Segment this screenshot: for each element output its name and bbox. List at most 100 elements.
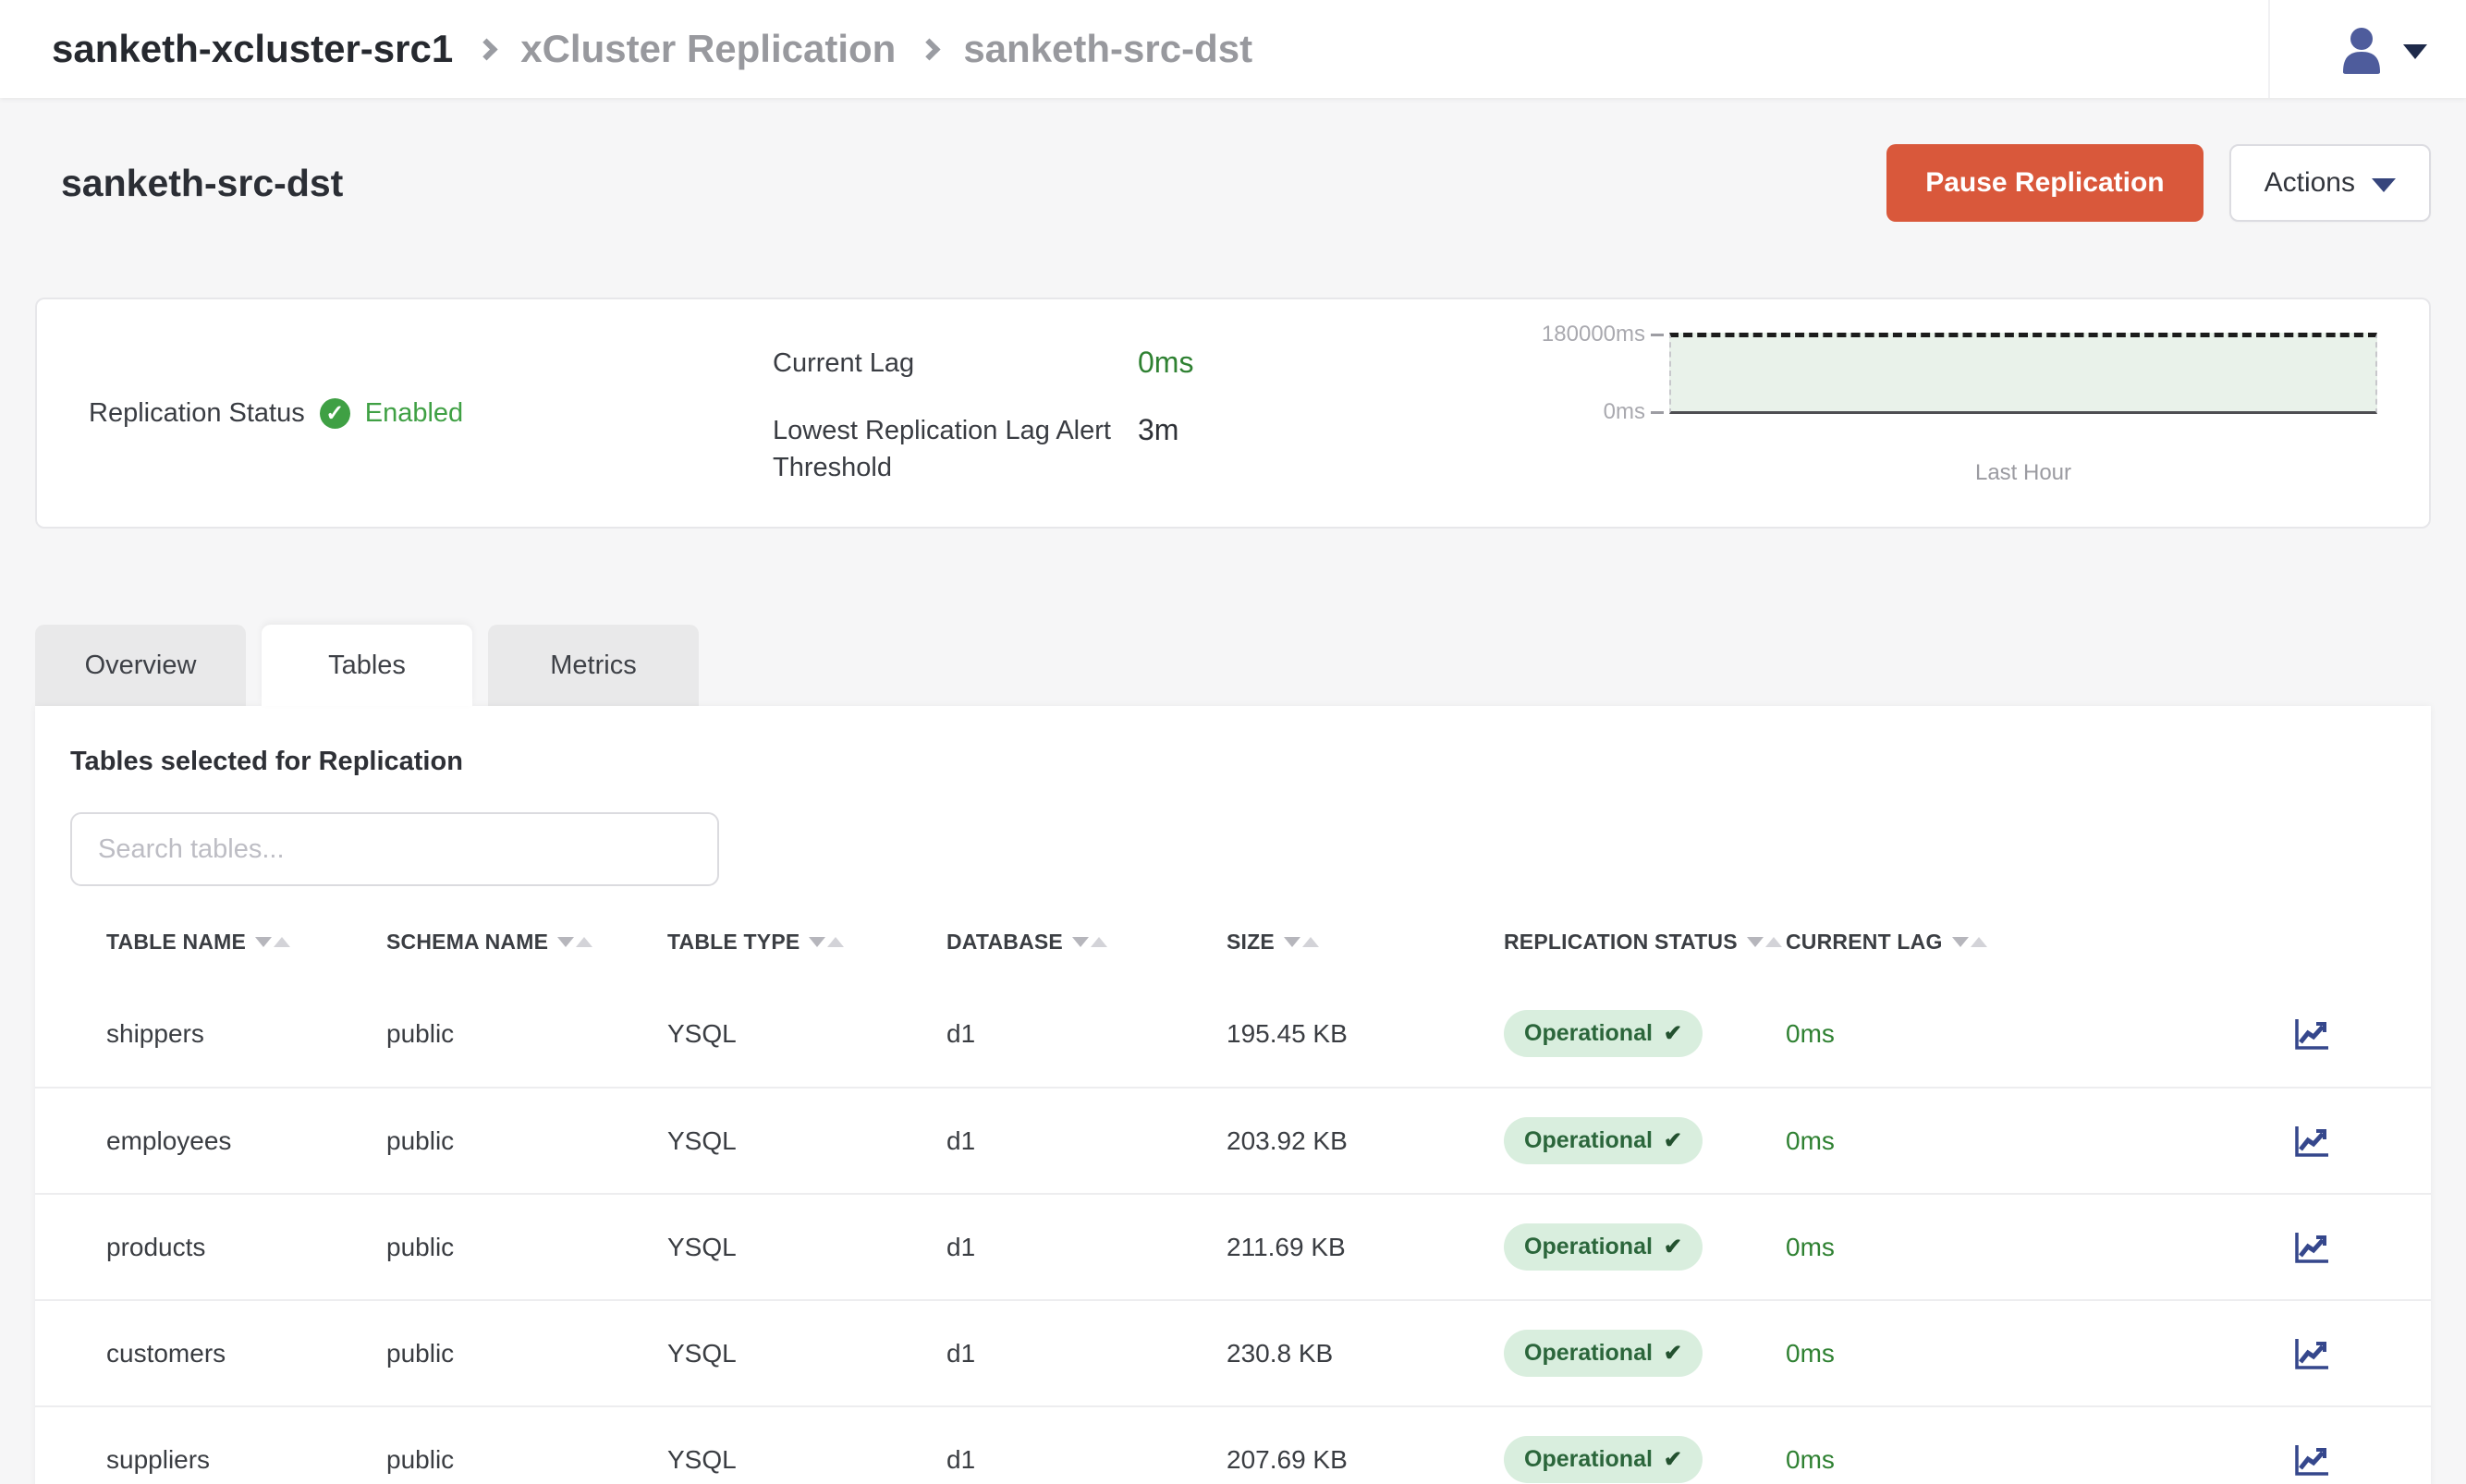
table-header-row: TABLE NAME SCHEMA NAME TABLE TYPE DATABA… [35,903,2431,980]
top-navbar: sanketh-xcluster-src1 xCluster Replicati… [0,0,2466,98]
sort-icon [255,937,290,947]
lag-chart-y-axis: 180000ms 0ms [1521,322,1669,425]
cell-schema-name: public [386,1445,667,1475]
cell-table-type: YSQL [667,1339,946,1368]
replication-status: Replication Status Enabled [89,398,773,429]
column-header-table-type[interactable]: TABLE TYPE [667,930,946,955]
cell-schema-name: public [386,1339,667,1368]
column-header-schema-name[interactable]: SCHEMA NAME [386,930,667,955]
current-lag-label: Current Lag [773,346,1138,382]
page-body: sanketh-src-dst Pause Replication Action… [0,144,2466,1484]
user-icon [2337,24,2387,74]
breadcrumb: sanketh-xcluster-src1 xCluster Replicati… [52,27,1252,71]
column-header-database[interactable]: DATABASE [946,930,1227,955]
tab-tables[interactable]: Tables [262,625,472,706]
cell-current-lag: 0ms [1786,1339,2091,1368]
column-label: DATABASE [946,930,1063,955]
tab-bar: Overview Tables Metrics [35,625,2431,706]
cell-schema-name: public [386,1233,667,1262]
cell-current-lag: 0ms [1786,1445,2091,1475]
cell-schema-name: public [386,1019,667,1049]
check-circle-icon [320,398,350,429]
table-row[interactable]: suppliers public YSQL d1 207.69 KB Opera… [35,1405,2431,1484]
column-header-table-name[interactable]: TABLE NAME [106,930,386,955]
lag-chart-plot-area [1669,333,2377,414]
lag-graph-icon[interactable] [2294,1443,2331,1477]
lag-chart: 180000ms 0ms Last Hour [1521,333,2377,486]
status-badge: Operational [1504,1117,1703,1164]
replication-status-value: Enabled [365,398,463,429]
search-tables-input[interactable] [70,812,719,886]
cell-database: d1 [946,1019,1227,1049]
column-header-replication-status[interactable]: REPLICATION STATUS [1504,930,1786,955]
cell-table-name: products [106,1233,386,1262]
status-badge: Operational [1504,1010,1703,1057]
replication-status-label: Replication Status [89,398,305,429]
table-row[interactable]: employees public YSQL d1 203.92 KB Opera… [35,1087,2431,1193]
cell-size: 195.45 KB [1227,1019,1504,1049]
cell-database: d1 [946,1339,1227,1368]
cell-current-lag: 0ms [1786,1233,2091,1262]
lag-threshold-value: 3m [1138,413,1521,447]
breadcrumb-xcluster[interactable]: xCluster Replication [520,27,896,71]
tab-overview[interactable]: Overview [35,625,246,706]
cell-size: 230.8 KB [1227,1339,1504,1368]
breadcrumb-replication: sanketh-src-dst [963,27,1252,71]
y-axis-min-label: 0ms [1604,399,1664,425]
column-header-size[interactable]: SIZE [1227,930,1504,955]
status-badge: Operational [1504,1436,1703,1483]
sort-icon [1747,937,1782,947]
status-badge: Operational [1504,1330,1703,1377]
cell-table-type: YSQL [667,1019,946,1049]
column-label: SCHEMA NAME [386,930,548,955]
cell-current-lag: 0ms [1786,1126,2091,1156]
sort-icon [1952,937,1987,947]
cell-schema-name: public [386,1126,667,1156]
column-label: TABLE NAME [106,930,246,955]
tables-panel-heading: Tables selected for Replication [35,706,2431,777]
table-row[interactable]: customers public YSQL d1 230.8 KB Operat… [35,1299,2431,1405]
user-menu[interactable] [2268,0,2427,98]
lag-graph-icon[interactable] [2294,1337,2331,1370]
lag-graph-icon[interactable] [2294,1017,2331,1051]
y-axis-max-label: 180000ms [1542,322,1664,347]
sort-icon [1284,937,1319,947]
pause-replication-button[interactable]: Pause Replication [1886,144,2203,222]
column-label: TABLE TYPE [667,930,800,955]
cell-size: 203.92 KB [1227,1126,1504,1156]
chevron-down-icon [2403,44,2427,59]
cell-table-type: YSQL [667,1233,946,1262]
cell-table-name: shippers [106,1019,386,1049]
cell-table-name: customers [106,1339,386,1368]
column-header-current-lag[interactable]: CURRENT LAG [1786,930,2091,955]
column-label: SIZE [1227,930,1275,955]
sort-icon [809,937,844,947]
chevron-down-icon [2372,178,2396,192]
cell-table-name: suppliers [106,1445,386,1475]
table-row[interactable]: products public YSQL d1 211.69 KB Operat… [35,1193,2431,1299]
cell-database: d1 [946,1126,1227,1156]
header-buttons: Pause Replication Actions [1886,144,2431,222]
cell-size: 211.69 KB [1227,1233,1504,1262]
lag-chart-x-label: Last Hour [1521,460,2377,486]
column-label: CURRENT LAG [1786,930,1943,955]
cell-current-lag: 0ms [1786,1019,2091,1049]
breadcrumb-universe[interactable]: sanketh-xcluster-src1 [52,27,453,71]
lag-graph-icon[interactable] [2294,1231,2331,1264]
cell-table-name: employees [106,1126,386,1156]
status-badge: Operational [1504,1223,1703,1271]
chevron-right-icon [919,38,941,60]
cell-size: 207.69 KB [1227,1445,1504,1475]
current-lag-value: 0ms [1138,346,1521,380]
cell-database: d1 [946,1233,1227,1262]
table-row[interactable]: shippers public YSQL d1 195.45 KB Operat… [35,980,2431,1087]
lag-graph-icon[interactable] [2294,1125,2331,1158]
column-label: REPLICATION STATUS [1504,930,1738,955]
tab-metrics[interactable]: Metrics [488,625,699,706]
cell-table-type: YSQL [667,1445,946,1475]
actions-button[interactable]: Actions [2229,144,2431,222]
cell-table-type: YSQL [667,1126,946,1156]
cell-database: d1 [946,1445,1227,1475]
sort-icon [1072,937,1107,947]
chevron-right-icon [476,38,498,60]
